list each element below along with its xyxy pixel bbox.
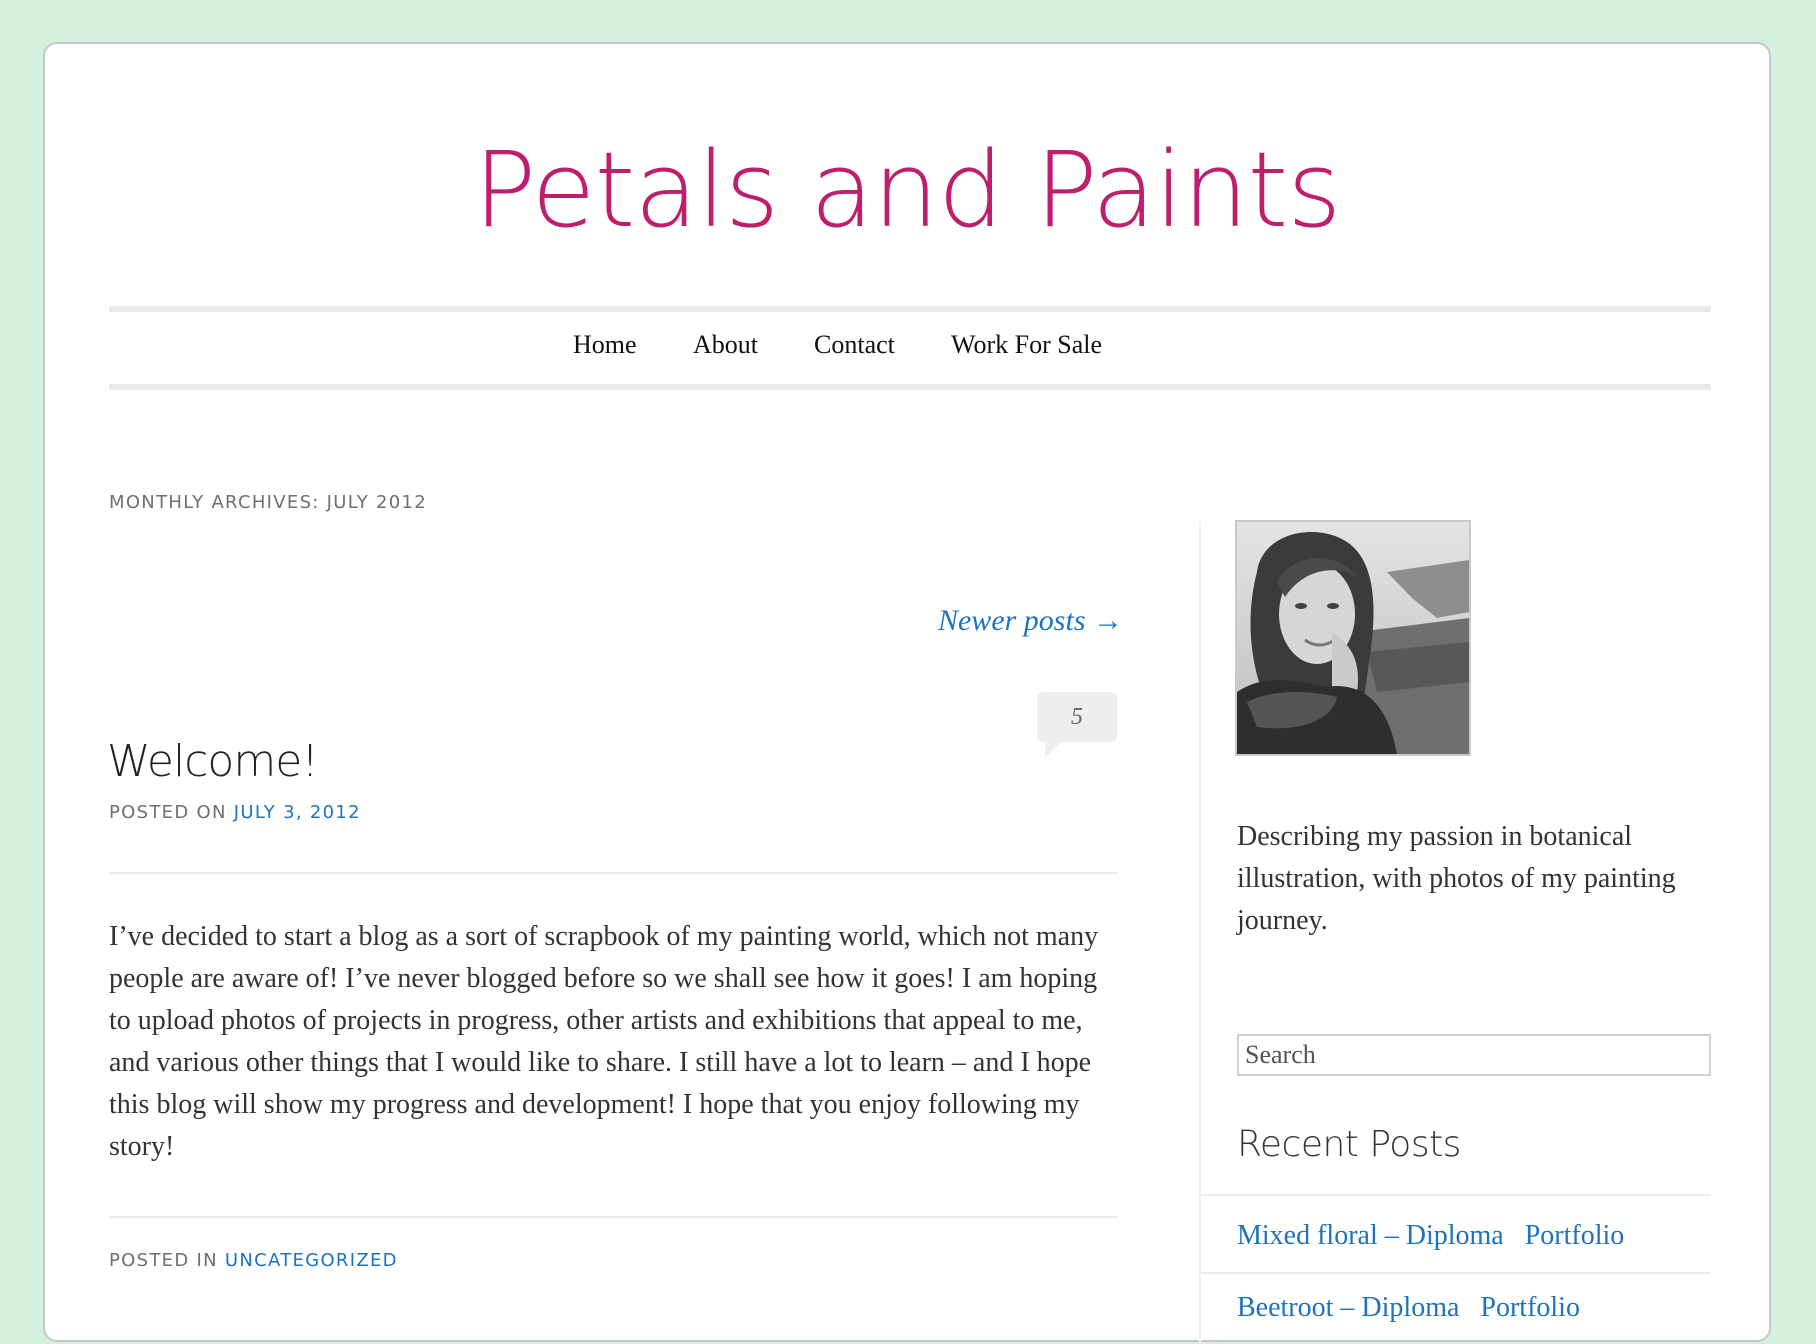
- category-link[interactable]: UNCATEGORIZED: [225, 1250, 398, 1271]
- recent-posts-divider: [1201, 1272, 1711, 1274]
- post-title[interactable]: Welcome!: [107, 736, 319, 787]
- nav-item-about[interactable]: About: [693, 330, 758, 360]
- page-container: Petals and Paints Home About Contact Wor…: [43, 42, 1771, 1344]
- post-meta-category: POSTED IN UNCATEGORIZED: [109, 1250, 398, 1271]
- search-input[interactable]: [1237, 1034, 1711, 1076]
- posted-on-label: POSTED ON: [109, 802, 234, 823]
- speech-bubble-icon: [1045, 742, 1061, 758]
- post-meta-date: POSTED ON JULY 3, 2012: [109, 802, 361, 823]
- archive-title: MONTHLY ARCHIVES: JULY 2012: [109, 492, 428, 513]
- comment-count-bubble[interactable]: 5: [1037, 692, 1117, 758]
- nav-item-work-for-sale[interactable]: Work For Sale: [951, 330, 1102, 360]
- site-title[interactable]: Petals and Paints: [45, 138, 1769, 242]
- recent-post-item[interactable]: Beetroot – Diploma Portfolio: [1237, 1292, 1580, 1324]
- post-content: I’ve decided to start a blog as a sort o…: [109, 921, 1099, 1162]
- recent-posts-divider: [1201, 1194, 1711, 1196]
- post-date-link[interactable]: JULY 3, 2012: [234, 802, 361, 823]
- comment-count: 5: [1071, 704, 1083, 730]
- recent-post-item[interactable]: Mixed floral – Diploma Portfolio: [1237, 1220, 1624, 1252]
- author-photo: [1235, 520, 1471, 756]
- posted-in-label: POSTED IN: [109, 1250, 225, 1271]
- nav-item-contact[interactable]: Contact: [814, 330, 895, 360]
- portrait-photo-icon: [1237, 522, 1469, 754]
- site-description: Describing my passion in botanical illus…: [1237, 821, 1676, 936]
- main-navigation: Home About Contact Work For Sale: [109, 306, 1711, 390]
- sidebar-divider: [1199, 522, 1201, 1344]
- post-footer-divider: [109, 1216, 1117, 1218]
- newer-posts-link[interactable]: Newer posts →: [938, 604, 1123, 638]
- recent-posts-title: Recent Posts: [1237, 1124, 1461, 1165]
- post-header-divider: [109, 872, 1117, 874]
- nav-item-home[interactable]: Home: [573, 330, 637, 360]
